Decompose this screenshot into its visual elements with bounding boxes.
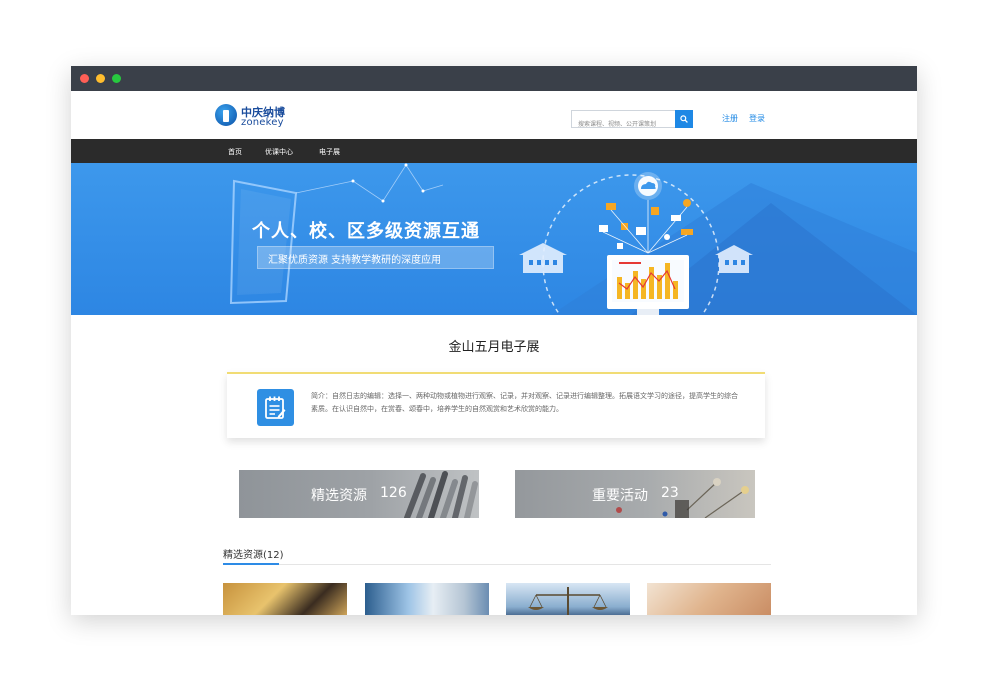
nav-item-home[interactable]: 首页: [228, 147, 242, 157]
search-box: [571, 110, 693, 133]
intro-card: 简介：自然日志的编辑：选择一、两种动物或植物进行观察、记录，并对观察、记录进行编…: [227, 372, 765, 438]
window-titlebar: [71, 66, 917, 91]
section-underline: [223, 563, 279, 565]
featured-resources-count: 126: [380, 485, 407, 501]
key-activities-label: 重要活动: [592, 488, 648, 504]
banner-subtitle: 汇聚优质资源 支持教学教研的深度应用: [268, 255, 442, 266]
nav-item-course-center[interactable]: 优课中心: [265, 147, 293, 157]
main-nav: 首页 优课中心 电子展: [71, 139, 917, 163]
banner-title: 个人、校、区多级资源互通: [252, 221, 480, 242]
key-activities-count: 23: [661, 485, 679, 501]
nav-item-e-exhibition[interactable]: 电子展: [319, 147, 340, 157]
featured-resources-label: 精选资源: [311, 488, 367, 504]
logo[interactable]: 中庆纳博 zonekey: [215, 104, 287, 128]
login-link[interactable]: 登录: [749, 113, 765, 124]
search-button[interactable]: [675, 110, 693, 128]
minimize-window-icon[interactable]: [96, 74, 105, 83]
banner-subtitle-box: 汇聚优质资源 支持教学教研的深度应用: [257, 246, 494, 269]
resource-thumbnail[interactable]: [223, 583, 347, 615]
monitor-chart-icon: [607, 255, 689, 315]
section-title: 精选资源(12): [223, 550, 284, 561]
banner-illustration: [229, 163, 917, 315]
page-title: 金山五月电子展: [448, 340, 540, 355]
resource-thumbnail[interactable]: [647, 583, 771, 615]
hero-banner[interactable]: 个人、校、区多级资源互通 汇聚优质资源 支持教学教研的深度应用: [71, 163, 917, 315]
intro-text: 简介：自然日志的编辑：选择一、两种动物或植物进行观察、记录，并对观察、记录进行编…: [311, 392, 738, 413]
search-icon: [680, 115, 688, 123]
resource-thumbnail[interactable]: [506, 583, 630, 615]
browser-window: 中庆纳博 zonekey 注册 登录 首页 优课中心 电子展: [71, 66, 917, 615]
featured-resources-card[interactable]: 精选资源 126: [239, 470, 479, 518]
maximize-window-icon[interactable]: [112, 74, 121, 83]
close-window-icon[interactable]: [80, 74, 89, 83]
key-activities-card[interactable]: 重要活动 23: [515, 470, 755, 518]
register-link[interactable]: 注册: [722, 113, 738, 124]
resource-thumbnail[interactable]: [365, 583, 489, 615]
logo-english-text: zonekey: [241, 117, 284, 128]
logo-mark-icon: [215, 104, 237, 126]
site-header: 中庆纳博 zonekey 注册 登录: [71, 91, 917, 139]
scales-icon: [528, 587, 608, 615]
cloud-icon: [634, 172, 662, 200]
search-input[interactable]: [572, 116, 676, 133]
notepad-icon: [257, 389, 294, 426]
section-divider: [223, 564, 771, 565]
